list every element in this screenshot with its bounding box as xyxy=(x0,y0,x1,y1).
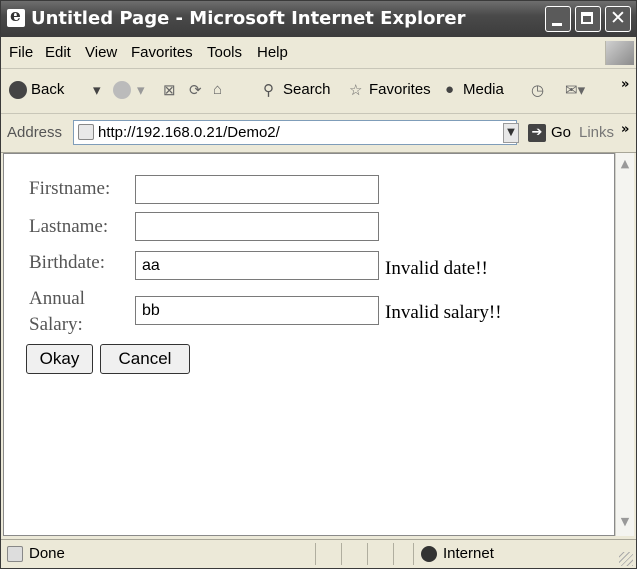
mail-icon[interactable]: ✉▾ xyxy=(565,81,585,99)
standard-toolbar: Back ▾ ▾ ⊠ ⟳ ⌂ ⚲ Search ☆ Favorites ● Me… xyxy=(1,69,636,114)
vertical-scrollbar[interactable]: ▲ ▼ xyxy=(615,153,634,536)
status-divider xyxy=(413,543,414,565)
forward-dropdown-icon[interactable]: ▾ xyxy=(137,81,145,99)
stop-icon[interactable]: ⊠ xyxy=(163,81,176,99)
forward-arrow-icon[interactable] xyxy=(113,81,131,99)
history-icon[interactable]: ◷ xyxy=(531,81,544,99)
birthdate-field[interactable] xyxy=(135,251,379,280)
maximize-button[interactable] xyxy=(575,6,601,32)
ie-page-icon xyxy=(7,6,25,27)
back-button[interactable]: Back xyxy=(31,81,64,98)
page-content: Firstname: Lastname: Birthdate: Invalid … xyxy=(3,153,615,536)
go-arrow-icon[interactable]: ➔ xyxy=(528,124,546,142)
scroll-up-icon[interactable]: ▲ xyxy=(617,155,633,173)
title-bar: Untitled Page - Microsoft Internet Explo… xyxy=(1,1,636,37)
status-divider xyxy=(393,543,394,565)
search-icon[interactable]: ⚲ xyxy=(263,81,274,99)
page-icon xyxy=(78,124,94,140)
menu-bar: File Edit View Favorites Tools Help xyxy=(1,38,636,69)
okay-button[interactable]: Okay xyxy=(26,344,93,374)
media-icon[interactable]: ● xyxy=(445,81,454,98)
lastname-label: Lastname: xyxy=(29,216,109,237)
toolbar-chevron-icon[interactable]: » xyxy=(621,77,629,92)
status-divider xyxy=(367,543,368,565)
salary-label-line1: Annual xyxy=(29,288,85,309)
windows-flag-icon xyxy=(605,41,634,65)
birthdate-error: Invalid date!! xyxy=(385,258,488,279)
window-title: Untitled Page - Microsoft Internet Explo… xyxy=(31,8,466,29)
status-text: Done xyxy=(29,545,65,562)
internet-globe-icon xyxy=(421,546,437,562)
go-button[interactable]: Go xyxy=(551,124,571,141)
menu-view[interactable]: View xyxy=(85,44,117,61)
favorites-button[interactable]: Favorites xyxy=(369,81,431,98)
status-divider xyxy=(341,543,342,565)
salary-field[interactable] xyxy=(135,296,379,325)
security-zone: Internet xyxy=(443,545,494,562)
menu-file[interactable]: File xyxy=(9,44,33,61)
ie-window: Untitled Page - Microsoft Internet Explo… xyxy=(0,0,637,569)
links-chevron-icon[interactable]: » xyxy=(621,122,629,137)
resize-grip-icon[interactable] xyxy=(619,552,633,566)
refresh-icon[interactable]: ⟳ xyxy=(189,81,202,99)
cancel-button[interactable]: Cancel xyxy=(100,344,190,374)
scroll-down-icon[interactable]: ▼ xyxy=(617,513,633,531)
status-page-icon xyxy=(7,546,23,562)
menu-help[interactable]: Help xyxy=(257,44,288,61)
address-url: http://192.168.0.21/Demo2/ xyxy=(98,124,280,141)
menu-favorites[interactable]: Favorites xyxy=(131,44,193,61)
lastname-field[interactable] xyxy=(135,212,379,241)
firstname-field[interactable] xyxy=(135,175,379,204)
minimize-button[interactable] xyxy=(545,6,571,32)
search-button[interactable]: Search xyxy=(283,81,331,98)
salary-error: Invalid salary!! xyxy=(385,302,502,323)
back-arrow-icon[interactable] xyxy=(9,81,27,99)
birthdate-label: Birthdate: xyxy=(29,252,105,273)
address-label: Address xyxy=(7,124,63,141)
status-divider xyxy=(315,543,316,565)
media-button[interactable]: Media xyxy=(463,81,504,98)
home-icon[interactable]: ⌂ xyxy=(213,81,222,98)
favorites-star-icon[interactable]: ☆ xyxy=(349,81,362,99)
salary-label-line2: Salary: xyxy=(29,314,83,335)
firstname-label: Firstname: xyxy=(29,178,111,199)
back-dropdown-icon[interactable]: ▾ xyxy=(93,81,101,99)
address-bar: Address http://192.168.0.21/Demo2/ ▼ ➔ G… xyxy=(1,114,636,153)
links-button[interactable]: Links xyxy=(579,124,614,141)
address-input[interactable]: http://192.168.0.21/Demo2/ xyxy=(73,120,517,145)
address-dropdown-icon[interactable]: ▼ xyxy=(503,123,519,143)
close-button[interactable] xyxy=(605,6,631,32)
menu-tools[interactable]: Tools xyxy=(207,44,242,61)
status-bar: Done Internet xyxy=(1,539,636,568)
menu-edit[interactable]: Edit xyxy=(45,44,71,61)
